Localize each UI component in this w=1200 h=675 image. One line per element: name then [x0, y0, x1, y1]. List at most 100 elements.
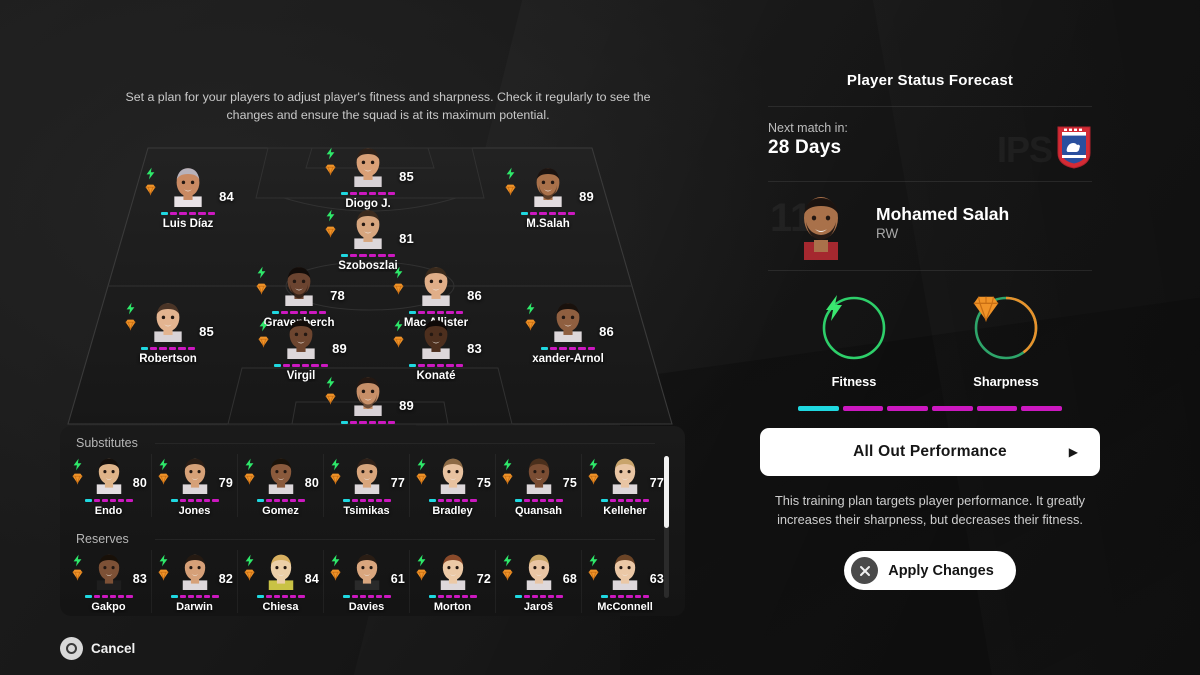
pitch-player-3[interactable]: 89 M.Salah [502, 163, 594, 230]
player-name: Darwin [176, 601, 213, 613]
bench-scrollbar-thumb[interactable] [664, 456, 669, 528]
pitch-player-10[interactable]: 86 xander-Arnol [522, 298, 614, 365]
divider [768, 270, 1092, 271]
status-meters: Fitness Sharpness [760, 293, 1100, 389]
bench-scrollbar[interactable] [664, 456, 669, 598]
diamond-icon [124, 318, 137, 331]
reserve-player-7[interactable]: 63 McConnell [582, 550, 668, 613]
player-condition-bar [161, 212, 216, 215]
diamond-icon [587, 568, 599, 581]
player-face [350, 550, 384, 590]
next-match-block: Next match in: 28 Days IPS [760, 107, 1100, 181]
player-card-visual: 83 [390, 315, 482, 367]
chevron-right-icon[interactable]: ▶ [1069, 445, 1078, 459]
player-face [350, 454, 384, 494]
substitute-player-4[interactable]: 77 Tsimikas [324, 454, 410, 517]
cancel-button[interactable]: Cancel [60, 637, 135, 660]
bolt-icon [392, 319, 405, 332]
player-card-visual: 72 [410, 550, 495, 598]
reserves-header: Reserves [76, 532, 129, 546]
player-rating: 83 [132, 572, 147, 586]
pitch-player-1[interactable]: 84 Luis Díaz [142, 163, 234, 230]
reserve-player-3[interactable]: 84 Chiesa [238, 550, 324, 613]
player-rating: 79 [218, 476, 233, 490]
player-name: Gomez [262, 505, 299, 517]
player-card-visual: 83 [66, 550, 151, 598]
player-condition-bar [84, 595, 133, 598]
player-card-visual: 78 [253, 262, 345, 314]
reserve-player-6[interactable]: 68 Jaroš [496, 550, 582, 613]
player-rating: 75 [476, 476, 491, 490]
diamond-icon [971, 293, 1041, 363]
player-card-visual: 77 [582, 454, 668, 502]
player-rating: 84 [219, 189, 234, 204]
player-name: Gakpo [91, 601, 126, 613]
bolt-icon [501, 554, 513, 567]
selected-player-row: 11 Mohamed Salah RW [760, 182, 1100, 270]
reserve-player-5[interactable]: 72 Morton [410, 550, 496, 613]
player-condition-bar [514, 595, 563, 598]
player-name: Morton [433, 601, 472, 613]
player-face [178, 454, 212, 494]
substitute-player-3[interactable]: 80 Gomez [238, 454, 324, 517]
club-ghost-text: IPS [997, 129, 1053, 171]
player-card-visual: 80 [66, 454, 151, 502]
player-face [264, 550, 298, 590]
player-condition-bar [170, 595, 219, 598]
player-card-visual: 82 [152, 550, 237, 598]
diamond-icon [243, 568, 255, 581]
player-condition-bar [342, 499, 391, 502]
plan-segment-5[interactable] [976, 406, 1018, 411]
plan-segment-3[interactable] [887, 406, 928, 411]
plan-segment-6[interactable] [1021, 406, 1063, 411]
player-card-visual: 84 [238, 550, 323, 598]
diamond-icon [324, 163, 337, 176]
player-card-visual: 85 [122, 298, 214, 350]
substitute-player-5[interactable]: 75 Bradley [410, 454, 496, 517]
reserve-player-4[interactable]: 61 Davies [324, 550, 410, 613]
substitute-player-1[interactable]: 80 Endo [66, 454, 152, 517]
player-rating: 86 [467, 288, 482, 303]
plan-segment-1[interactable] [797, 406, 839, 411]
reserve-player-1[interactable]: 83 Gakpo [66, 550, 152, 613]
player-condition-bar [428, 595, 477, 598]
substitute-player-7[interactable]: 77 Kelleher [582, 454, 668, 517]
training-plan-selector[interactable]: All Out Performance ▶ [760, 428, 1100, 476]
player-name: M.Salah [526, 218, 570, 230]
player-card-visual: 80 [238, 454, 323, 502]
training-plan-label: All Out Performance [853, 443, 1007, 460]
bolt-icon [504, 167, 517, 180]
meter-label: Sharpness [973, 374, 1039, 389]
club-crest-icon [1057, 126, 1091, 169]
player-rating: 78 [330, 288, 345, 303]
pitch-player-2[interactable]: 85 Diogo J. [322, 143, 414, 210]
bolt-icon [329, 458, 341, 471]
player-rating: 82 [218, 572, 233, 586]
divider [155, 539, 655, 540]
bolt-icon [524, 302, 537, 315]
player-rating: 85 [399, 169, 414, 184]
plan-segment-4[interactable] [932, 406, 973, 411]
player-condition-bar [521, 212, 576, 215]
player-card-visual: 79 [152, 454, 237, 502]
player-face [549, 298, 587, 342]
diamond-icon [587, 472, 599, 485]
apply-changes-button[interactable]: Apply Changes [844, 551, 1016, 590]
player-rating: 89 [332, 341, 347, 356]
substitute-player-2[interactable]: 79 Jones [152, 454, 238, 517]
player-card-visual: 86 [522, 298, 614, 350]
reserve-player-2[interactable]: 82 Darwin [152, 550, 238, 613]
player-face [349, 205, 387, 249]
plan-segment-2[interactable] [842, 406, 884, 411]
player-face [92, 550, 126, 590]
pitch-player-7[interactable]: 85 Robertson [122, 298, 214, 365]
player-face [149, 298, 187, 342]
player-rating: 89 [579, 189, 594, 204]
player-condition-bar [409, 311, 464, 314]
diamond-icon [329, 472, 341, 485]
substitute-player-6[interactable]: 75 Quansah [496, 454, 582, 517]
plan-intensity-segments[interactable] [760, 406, 1100, 411]
training-plan-description: This training plan targets player perfor… [774, 493, 1086, 527]
diamond-icon [243, 472, 255, 485]
diamond-icon [71, 472, 83, 485]
